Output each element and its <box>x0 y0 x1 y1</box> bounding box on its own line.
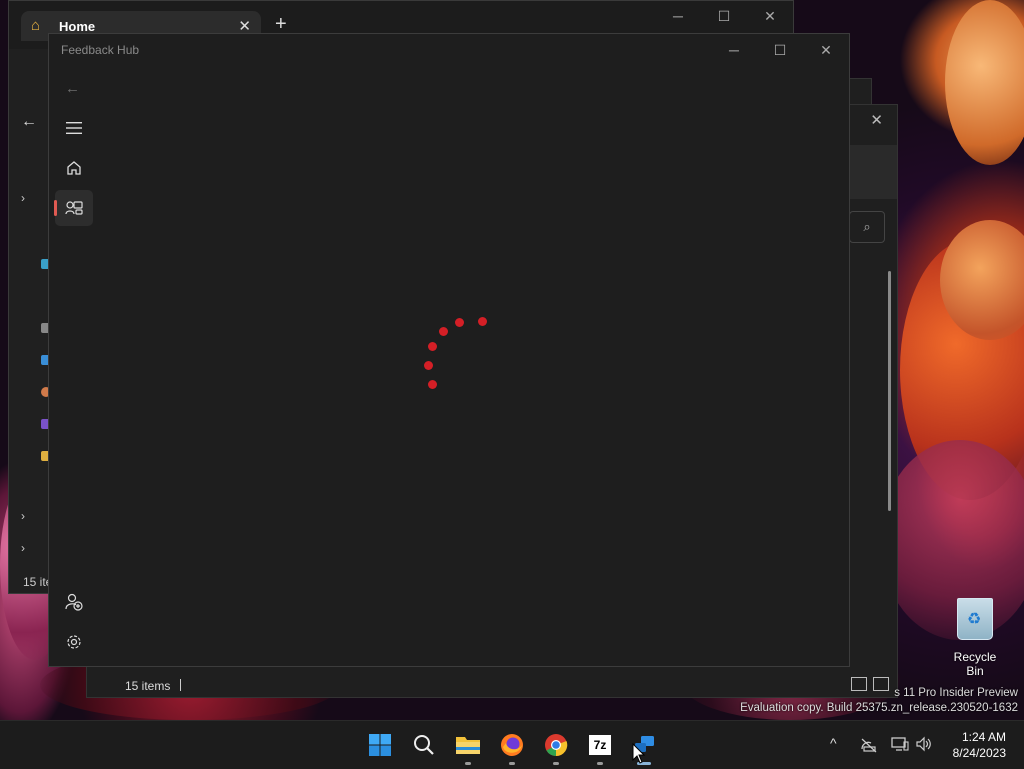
firefox-taskbar-button[interactable] <box>496 729 528 765</box>
back-button[interactable]: ← <box>65 80 80 97</box>
spinner-dot <box>455 318 464 327</box>
hamburger-menu-icon <box>66 122 82 134</box>
explorer-tab-label: Home <box>59 18 96 34</box>
spinner-dot <box>428 342 437 351</box>
recycle-bin-icon: ♻ <box>957 598 993 640</box>
running-indicator <box>553 762 559 765</box>
feedback-icon <box>65 201 83 215</box>
spinner-dot <box>439 327 448 336</box>
toolbar-area <box>847 145 897 199</box>
running-indicator <box>465 762 471 765</box>
wallpaper-orb <box>945 0 1024 165</box>
volume-icon[interactable] <box>915 736 933 752</box>
scrollbar-thumb[interactable] <box>888 271 891 511</box>
seven-zip-icon: 7z <box>589 735 611 755</box>
title-bar[interactable]: Feedback Hub ─ ☐ ✕ <box>49 34 849 66</box>
maximize-button[interactable]: ☐ <box>701 1 747 31</box>
running-indicator <box>509 762 515 765</box>
watermark-line: Evaluation copy. Build 25375.zn_release.… <box>740 702 1018 714</box>
running-indicator <box>597 762 603 765</box>
home-icon: ⌂ <box>31 17 41 34</box>
home-icon <box>67 161 81 175</box>
spinner-dot <box>424 361 433 370</box>
nav-menu-button[interactable] <box>55 110 93 146</box>
search-icon <box>414 735 434 755</box>
spinner-dot <box>428 380 437 389</box>
recycle-bin-label: Recycle Bin <box>953 650 997 678</box>
taskbar-clock[interactable]: 1:24 AM 8/24/2023 <box>953 729 1006 761</box>
loading-spinner <box>419 314 489 389</box>
nav-settings-button[interactable] <box>55 624 93 660</box>
status-divider <box>180 679 181 691</box>
item-count-label: 15 items <box>125 679 171 693</box>
spinner-dot <box>478 317 487 326</box>
account-add-icon <box>65 593 83 611</box>
feedback-hub-window: Feedback Hub ─ ☐ ✕ ← <box>48 33 850 667</box>
close-button[interactable]: ✕ <box>870 111 883 129</box>
chevron-right-icon[interactable]: › <box>21 541 25 555</box>
gear-icon <box>67 635 81 649</box>
file-explorer-taskbar-button[interactable] <box>452 729 484 765</box>
chrome-icon <box>545 734 568 757</box>
chevron-up-icon[interactable]: ^ <box>830 735 837 751</box>
close-button[interactable]: ✕ <box>747 1 793 31</box>
close-button[interactable]: ✕ <box>803 35 849 65</box>
seven-zip-taskbar-button[interactable]: 7z <box>584 729 616 765</box>
search-button[interactable] <box>408 729 440 761</box>
recycle-bin-desktop-icon[interactable]: ♻ Recycle Bin <box>944 598 1006 678</box>
nav-feedback-button[interactable] <box>54 190 93 226</box>
os-watermark: s 11 Pro Insider Preview Evaluation copy… <box>740 686 1018 716</box>
active-indicator <box>54 200 57 216</box>
minimize-button[interactable]: ─ <box>655 1 701 31</box>
windows-logo-icon <box>369 734 391 756</box>
chevron-right-icon[interactable]: › <box>21 191 25 205</box>
back-arrow-icon[interactable]: ← <box>21 113 37 131</box>
start-button[interactable] <box>364 729 396 761</box>
nav-home-button[interactable] <box>55 150 93 186</box>
chrome-taskbar-button[interactable] <box>540 729 572 765</box>
clock-date: 8/24/2023 <box>952 746 1006 760</box>
minimize-button[interactable]: ─ <box>711 35 757 65</box>
display-icon[interactable] <box>891 736 909 752</box>
mouse-cursor-icon <box>632 743 646 764</box>
firefox-icon <box>501 734 523 756</box>
network-offline-icon[interactable] <box>860 737 878 753</box>
nav-account-button[interactable] <box>55 584 93 620</box>
window-title: Feedback Hub <box>61 43 140 57</box>
maximize-button[interactable]: ☐ <box>757 35 803 65</box>
chevron-right-icon[interactable]: › <box>21 509 25 523</box>
clock-time: 1:24 AM <box>961 730 1006 744</box>
search-icon[interactable]: ⌕ <box>849 211 885 243</box>
folder-icon <box>456 737 480 754</box>
taskbar: 7z ^ 1:24 AM 8/24/2023 <box>0 720 1024 769</box>
watermark-line: s 11 Pro Insider Preview <box>894 687 1018 699</box>
